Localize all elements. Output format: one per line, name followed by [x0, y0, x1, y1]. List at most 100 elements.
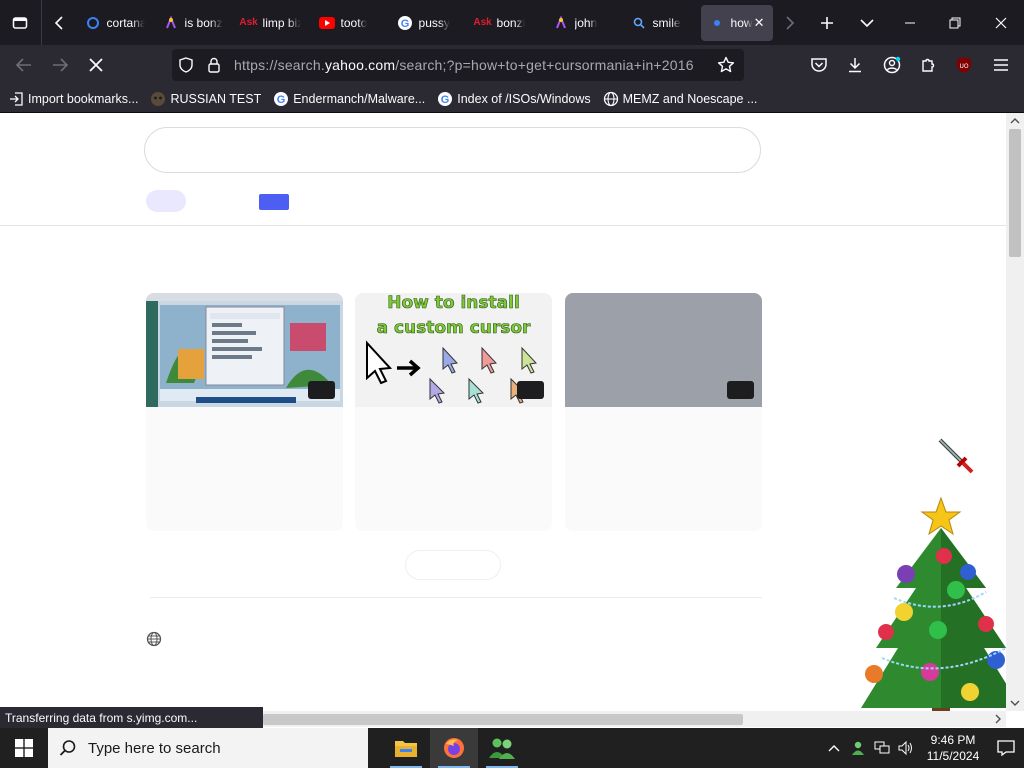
more-videos-button[interactable]: [405, 550, 501, 580]
address-bar[interactable]: https://search.yahoo.com/search;?p=how+t…: [172, 49, 744, 81]
user-tray-icon[interactable]: [846, 740, 870, 756]
tab-cortana[interactable]: cortana: [77, 5, 153, 41]
downloads-button[interactable]: [838, 49, 872, 81]
bookmark-memz[interactable]: MEMZ and Noescape ...: [603, 91, 758, 107]
show-hidden-icons-button[interactable]: [822, 744, 846, 752]
extensions-button[interactable]: [911, 49, 945, 81]
account-button[interactable]: [875, 49, 909, 81]
video-result-card[interactable]: [146, 293, 343, 531]
action-center-button[interactable]: [988, 740, 1024, 756]
app-menu-button[interactable]: [984, 49, 1018, 81]
mask-icon: [150, 91, 166, 107]
firefox-taskbar-button[interactable]: [430, 728, 478, 768]
navigation-toolbar: https://search.yahoo.com/search;?p=how+t…: [0, 45, 1024, 85]
ask-icon: Ask: [473, 17, 492, 28]
vertical-scroll-thumb[interactable]: [1009, 129, 1021, 257]
tab-how-active[interactable]: how ✕: [700, 4, 773, 41]
back-button[interactable]: [6, 47, 42, 83]
close-icon[interactable]: ✕: [754, 15, 765, 31]
tab-is-bonzi[interactable]: is bonzi: [155, 5, 231, 41]
tab-john[interactable]: john: [545, 5, 621, 41]
video-result-card[interactable]: How to install a custom cursor: [355, 293, 552, 531]
windows-taskbar: Type here to search 9:46 PM 11/5/2024: [0, 728, 1024, 768]
tab-smile[interactable]: smile: [623, 5, 699, 41]
file-explorer-button[interactable]: [382, 728, 430, 768]
start-button[interactable]: [0, 728, 48, 768]
taskbar-search-box[interactable]: Type here to search: [48, 728, 368, 768]
pocket-icon: [811, 58, 827, 72]
stop-button[interactable]: [78, 47, 114, 83]
video-result-card[interactable]: [565, 293, 762, 531]
tab-strip: cortana is bonzi Ask limp bizkit tooto G…: [0, 0, 1024, 45]
tab-tooto[interactable]: tooto: [311, 5, 387, 41]
tab-scroll-left-button[interactable]: [42, 0, 76, 45]
bonzibuddy-taskbar-button[interactable]: [478, 728, 526, 768]
custom-cursor-thumbnail[interactable]: How to install a custom cursor: [355, 293, 552, 407]
url-prefix: https://search.: [234, 57, 325, 73]
new-tab-button[interactable]: [807, 0, 847, 45]
download-icon: [849, 58, 861, 73]
tab-label: pussy: [418, 15, 450, 30]
bookmark-label: Endermanch/Malware...: [293, 91, 426, 106]
ublock-origin-button[interactable]: UO: [947, 49, 981, 81]
firefox-view-button[interactable]: [0, 0, 42, 45]
tab-bonzi[interactable]: Ask bonzi: [467, 5, 543, 41]
clock-time: 9:46 PM: [930, 733, 976, 747]
bookmark-label: MEMZ and Noescape ...: [622, 91, 758, 106]
game-screenshot-thumbnail[interactable]: [146, 293, 343, 407]
bookmark-star-icon[interactable]: [712, 56, 740, 74]
status-panel: Transferring data from s.yimg.com...: [0, 707, 263, 728]
youtube-icon: [318, 15, 335, 31]
bookmark-russian-test[interactable]: RUSSIAN TEST: [150, 91, 261, 107]
network-tray-icon[interactable]: [870, 741, 894, 755]
christmas-tree-desktop-toy[interactable]: [846, 488, 1024, 724]
tab-label: cortana: [106, 15, 145, 30]
vertical-scrollbar[interactable]: [1006, 113, 1024, 711]
svg-text:UO: UO: [959, 63, 968, 70]
minimize-button[interactable]: [887, 0, 933, 45]
url-suffix: /search;?p=how+to+get+cursormania+in+201…: [395, 57, 694, 73]
gray-placeholder-thumbnail[interactable]: [565, 293, 762, 407]
close-icon: [995, 17, 1007, 28]
scroll-up-icon[interactable]: [1006, 115, 1024, 127]
ublock-origin-icon: UO: [957, 57, 971, 73]
clock-date: 11/5/2024: [926, 749, 980, 763]
back-arrow-icon: [16, 58, 31, 72]
svg-text:G: G: [277, 94, 286, 106]
globe-icon: [603, 91, 619, 107]
vertical-tab-pill[interactable]: [146, 190, 186, 212]
ask-icon: Ask: [239, 17, 258, 28]
forward-arrow-icon: [53, 58, 68, 72]
lock-icon[interactable]: [200, 57, 228, 73]
stop-icon: [89, 58, 103, 72]
volume-tray-icon[interactable]: [894, 741, 918, 755]
search-input[interactable]: [144, 127, 761, 173]
bookmark-import[interactable]: Import bookmarks...: [8, 91, 138, 107]
minimize-icon: [904, 22, 915, 23]
tracking-shield-icon[interactable]: [172, 57, 200, 73]
tab-label: bonzi: [496, 15, 526, 30]
pocket-button[interactable]: [802, 49, 836, 81]
tab-limp-bizkit[interactable]: Ask limp bizkit: [233, 5, 309, 41]
forward-button[interactable]: [42, 47, 78, 83]
bookmark-index-isos[interactable]: G Index of /ISOs/Windows: [437, 91, 591, 107]
tab-pussy[interactable]: G pussy: [389, 5, 465, 41]
accent-tab-pill[interactable]: [259, 194, 289, 210]
scroll-down-icon[interactable]: [1006, 697, 1024, 709]
horizontal-scrollbar[interactable]: [263, 711, 1006, 727]
url-domain: yahoo.com: [324, 57, 396, 73]
loading-dot: [709, 15, 725, 31]
tab-list: cortana is bonzi Ask limp bizkit tooto G…: [76, 0, 774, 45]
bookmark-endermanch-malware[interactable]: G Endermanch/Malware...: [273, 91, 425, 107]
url-text[interactable]: https://search.yahoo.com/search;?p=how+t…: [234, 57, 694, 73]
network-icon: [874, 741, 890, 754]
clock[interactable]: 9:46 PM 11/5/2024: [918, 732, 988, 764]
restore-button[interactable]: [933, 0, 979, 45]
list-all-tabs-button[interactable]: [847, 0, 887, 45]
puzzle-icon: [922, 58, 935, 72]
horizontal-scroll-thumb[interactable]: [263, 714, 743, 725]
plus-icon: [821, 16, 834, 29]
close-window-button[interactable]: [978, 0, 1024, 45]
tab-scroll-right-button[interactable]: [774, 0, 808, 45]
scroll-right-icon[interactable]: [992, 711, 1004, 727]
